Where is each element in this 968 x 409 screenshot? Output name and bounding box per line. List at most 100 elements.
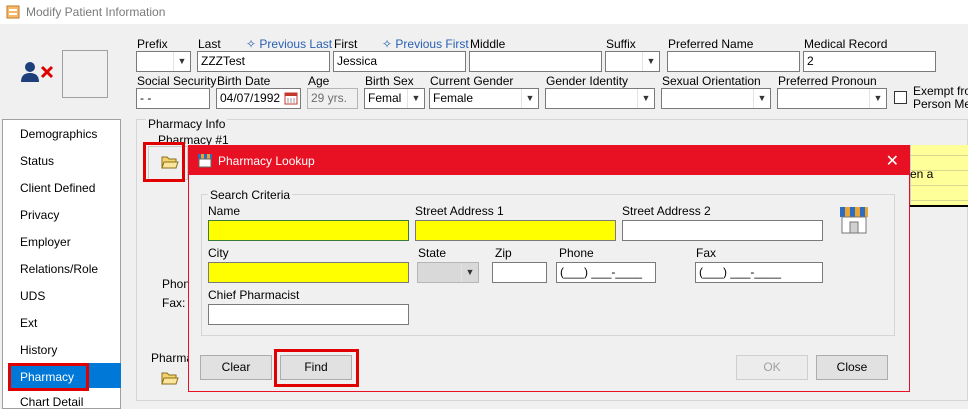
sidebar-item-uds[interactable]: UDS: [20, 289, 45, 303]
street1-label: Street Address 1: [415, 204, 504, 218]
street2-label: Street Address 2: [622, 204, 711, 218]
chevron-down-icon: ▼: [461, 263, 478, 282]
middle-label: Middle: [470, 37, 506, 51]
sidebar-item-client-defined[interactable]: Client Defined: [20, 181, 95, 195]
birth-sex-value: Femal: [368, 91, 402, 105]
pharmacy-highlight: [8, 363, 89, 391]
state-select[interactable]: ▼: [417, 262, 479, 283]
name-input[interactable]: [208, 220, 409, 241]
sexual-orientation-select[interactable]: ▼: [661, 88, 771, 109]
sexual-orientation-label: Sexual Orientation: [662, 74, 761, 88]
notes-divider: [910, 205, 968, 207]
dialog-title: Pharmacy Lookup: [218, 154, 315, 168]
street2-input[interactable]: [622, 220, 823, 241]
chief-pharmacist-input[interactable]: [208, 304, 409, 325]
birth-date-label: Birth Date: [217, 74, 271, 88]
prefix-label: Prefix: [137, 37, 168, 51]
fax-input[interactable]: (___) ___-____: [695, 262, 823, 283]
birth-date-value: 04/07/1992: [220, 91, 281, 105]
birth-date-input[interactable]: 04/07/1992: [216, 88, 301, 109]
chevron-down-icon: ▼: [869, 89, 886, 108]
preferred-name-label: Preferred Name: [668, 37, 754, 51]
first-label: First: [334, 37, 358, 51]
previous-last-text[interactable]: Previous Last: [259, 37, 332, 51]
suffix-label: Suffix: [606, 37, 636, 51]
close-button[interactable]: Close: [816, 355, 888, 380]
birth-sex-label: Birth Sex: [365, 74, 414, 88]
folder-highlight: [143, 142, 185, 182]
chief-pharmacist-label: Chief Pharmacist: [208, 288, 300, 302]
fax-label: Fax:: [162, 296, 186, 310]
previous-last-link[interactable]: ✧ Previous Last: [246, 37, 332, 51]
sidebar-item-privacy[interactable]: Privacy: [20, 208, 59, 222]
store-icon: [198, 154, 212, 168]
gender-identity-label: Gender Identity: [546, 74, 629, 88]
last-label: Last: [198, 37, 221, 51]
window-title: Modify Patient Information: [26, 5, 166, 19]
chevron-down-icon: ▼: [642, 52, 659, 71]
zip-label: Zip: [495, 246, 512, 260]
gender-identity-select[interactable]: ▼: [545, 88, 655, 109]
app-icon: [6, 5, 20, 19]
last-name-input[interactable]: ZZZTest: [197, 51, 330, 72]
current-gender-select[interactable]: Female ▼: [429, 88, 539, 109]
name-label: Name: [208, 204, 241, 218]
preferred-pronoun-select[interactable]: ▼: [777, 88, 887, 109]
city-input[interactable]: [208, 262, 409, 283]
city-label: City: [208, 246, 229, 260]
street1-input[interactable]: [415, 220, 616, 241]
find-highlight: [274, 349, 359, 387]
medical-record-input[interactable]: 2: [803, 51, 936, 72]
suffix-select[interactable]: ▼: [605, 51, 660, 72]
pharmacy2-label: Pharma: [151, 351, 194, 365]
sidebar-item-relations-role[interactable]: Relations/Role: [20, 262, 98, 276]
chevron-down-icon: ▼: [407, 89, 424, 108]
sidebar-item-demographics[interactable]: Demographics: [20, 127, 97, 141]
pharmacy-lookup-dialog: Pharmacy Lookup ✕ Search Criteria Name S…: [188, 145, 910, 392]
sidebar-item-status[interactable]: Status: [20, 154, 54, 168]
previous-first-text[interactable]: Previous First: [395, 37, 468, 51]
search-criteria-label: Search Criteria: [208, 188, 293, 202]
prefix-select[interactable]: ▼: [136, 51, 191, 72]
phone-label: Phone: [559, 246, 594, 260]
age-label: Age: [308, 74, 330, 88]
preferred-name-input[interactable]: [667, 51, 800, 72]
age-field: 29 yrs.: [307, 88, 358, 109]
current-gender-value: Female: [433, 91, 474, 105]
pharmacy-info-label: Pharmacy Info: [146, 117, 228, 131]
calendar-icon[interactable]: [284, 91, 298, 105]
medical-record-label: Medical Record: [804, 37, 888, 51]
middle-name-input[interactable]: [469, 51, 602, 72]
exempt-checkbox[interactable]: [894, 91, 907, 104]
folder-open-icon[interactable]: [161, 370, 179, 386]
notes-text: en a: [910, 167, 934, 181]
dialog-titlebar: Pharmacy Lookup ✕: [189, 146, 909, 175]
remove-user-icon[interactable]: [20, 60, 56, 86]
chevron-down-icon: ▼: [753, 89, 770, 108]
exempt-label-2: Person Merg: [913, 97, 968, 111]
window-titlebar: Modify Patient Information: [0, 0, 968, 24]
sidebar-item-chart-detail[interactable]: Chart Detail: [20, 395, 83, 409]
store-icon: [840, 207, 868, 234]
sidebar-item-employer[interactable]: Employer: [20, 235, 71, 249]
phone-input[interactable]: (___) ___-____: [556, 262, 656, 283]
current-gender-label: Current Gender: [430, 74, 514, 88]
ok-button[interactable]: OK: [736, 355, 808, 380]
sidebar-item-ext[interactable]: Ext: [20, 316, 37, 330]
chevron-down-icon: ▼: [521, 89, 538, 108]
chevron-down-icon: ▼: [637, 89, 654, 108]
state-label: State: [418, 246, 447, 260]
fax-label: Fax: [696, 246, 717, 260]
birth-sex-select[interactable]: Femal ▼: [364, 88, 425, 109]
preferred-pronoun-label: Preferred Pronoun: [778, 74, 877, 88]
previous-first-link[interactable]: ✧ Previous First: [382, 37, 469, 51]
ssn-label: Social Security: [137, 74, 217, 88]
chevron-down-icon: ▼: [173, 52, 190, 71]
clear-button[interactable]: Clear: [200, 355, 272, 380]
zip-input[interactable]: [492, 262, 547, 283]
close-icon[interactable]: ✕: [886, 151, 899, 171]
first-name-input[interactable]: Jessica: [333, 51, 466, 72]
patient-photo[interactable]: [62, 50, 108, 98]
sidebar-item-history[interactable]: History: [20, 343, 57, 357]
ssn-input[interactable]: - -: [136, 88, 210, 109]
